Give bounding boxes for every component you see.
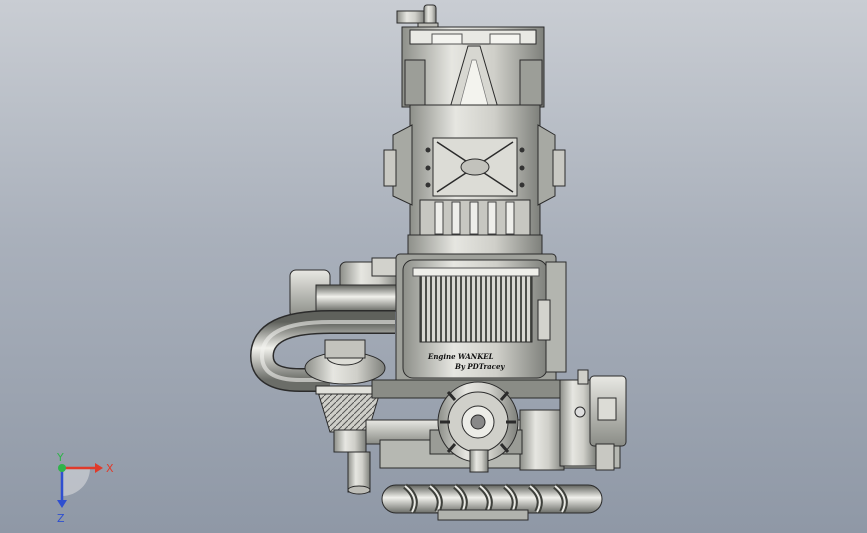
spiral-roller[interactable] (381, 483, 603, 521)
graphics-viewport[interactable]: Engine WANKEL By PDTracey X Y Z (0, 0, 867, 533)
y-axis-label: Y (56, 451, 64, 464)
engraving-line1: Engine WANKEL (427, 352, 494, 361)
cover-plate[interactable]: Engine WANKEL By PDTracey (395, 253, 567, 385)
wankel-engine-model[interactable]: Engine WANKEL By PDTracey (0, 0, 867, 533)
x-axis-label: X (106, 462, 114, 475)
housing-collar[interactable] (407, 234, 543, 256)
y-axis-dot (58, 464, 66, 472)
engraving-line2: By PDTracey (454, 362, 505, 371)
reference-triad: X Y Z (56, 451, 114, 525)
intake-manifold[interactable] (289, 257, 401, 319)
triad-plane (62, 468, 90, 496)
z-axis-arrow (57, 500, 67, 508)
x-axis-arrow (95, 463, 103, 473)
rotor-housing[interactable] (383, 104, 566, 237)
carburetor[interactable] (304, 339, 386, 385)
z-axis-label: Z (57, 512, 65, 525)
